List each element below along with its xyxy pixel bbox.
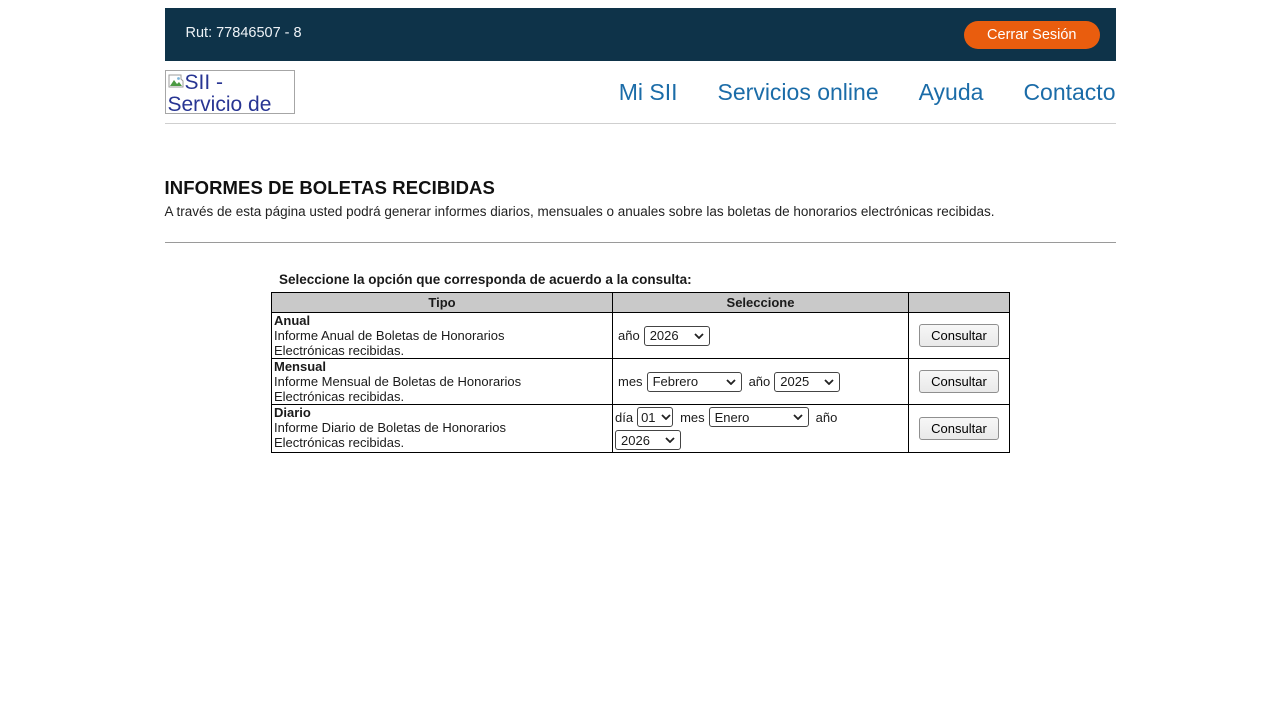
mensual-month-value: Febrero <box>652 374 699 389</box>
rut-label: Rut: 77846507 - 8 <box>185 25 302 41</box>
page-container: Rut: 77846507 - 8 Cerrar Sesión SII - Se… <box>164 8 1116 453</box>
nav-link-contacto[interactable]: Contacto <box>1023 79 1115 106</box>
consulta-prompt: Seleccione la opción que corresponda de … <box>279 272 692 287</box>
anual-tipo-cell: Anual Informe Anual de Boletas de Honora… <box>271 312 613 359</box>
table-header-row: Tipo Seleccione <box>271 292 1010 313</box>
row-type-label: Mensual <box>274 359 327 374</box>
chevron-down-icon <box>788 414 803 420</box>
diario-year-label: año <box>815 409 838 425</box>
column-header-seleccione: Seleccione <box>612 292 909 313</box>
diario-action-cell: Consultar <box>908 404 1010 453</box>
diario-tipo-cell: Diario Informe Diario de Boletas de Hono… <box>271 404 613 453</box>
consultar-diario-button[interactable]: Consultar <box>919 417 999 440</box>
sii-logo-broken-image[interactable]: SII - Servicio de <box>164 70 295 114</box>
row-type-label: Anual <box>274 313 311 328</box>
column-header-tipo: Tipo <box>271 292 613 313</box>
mensual-year-select[interactable]: 2025 <box>774 371 841 392</box>
diario-day-select[interactable]: 01 <box>637 407 674 427</box>
table-row-diario: Diario Informe Diario de Boletas de Hono… <box>271 404 1010 453</box>
logout-button[interactable]: Cerrar Sesión <box>964 21 1100 49</box>
table-row-anual: Anual Informe Anual de Boletas de Honora… <box>271 312 1010 359</box>
informes-table: Tipo Seleccione Anual Informe Anual de B… <box>271 292 1010 453</box>
row-description: Informe Mensual de Boletas de Honorarios… <box>274 374 522 404</box>
page-title: INFORMES DE BOLETAS RECIBIDAS <box>164 177 495 198</box>
mensual-action-cell: Consultar <box>908 358 1010 405</box>
anual-seleccione-cell: año 2026 <box>612 312 909 359</box>
consultar-anual-button[interactable]: Consultar <box>919 324 999 347</box>
mensual-year-label: año <box>748 374 771 389</box>
nav-link-servicios-online[interactable]: Servicios online <box>718 79 879 106</box>
session-topbar: Rut: 77846507 - 8 Cerrar Sesión <box>164 8 1116 61</box>
mensual-month-label: mes <box>618 374 643 389</box>
diario-year-value: 2026 <box>621 432 650 448</box>
column-header-empty <box>908 292 1010 313</box>
anual-action-cell: Consultar <box>908 312 1010 359</box>
anual-year-value: 2026 <box>649 328 679 343</box>
diario-year-select[interactable]: 2026 <box>615 430 681 450</box>
nav-link-mi-sii[interactable]: Mi SII <box>619 79 678 106</box>
row-type-label: Diario <box>274 405 311 420</box>
chevron-down-icon <box>660 437 675 443</box>
diario-seleccione-cell: día 01 mes Enero año 2026 <box>612 404 909 453</box>
diario-day-label: día <box>615 409 634 425</box>
page-description: A través de esta página usted podrá gene… <box>164 204 995 219</box>
chevron-down-icon <box>819 378 834 385</box>
broken-image-icon <box>168 72 184 94</box>
mensual-seleccione-cell: mes Febrero año 2025 <box>612 358 909 405</box>
chevron-down-icon <box>689 332 704 339</box>
site-header: SII - Servicio de Mi SII Servicios onlin… <box>164 61 1116 124</box>
table-row-mensual: Mensual Informe Mensual de Boletas de Ho… <box>271 358 1010 405</box>
diario-month-label: mes <box>680 409 705 425</box>
diario-day-value: 01 <box>641 409 656 425</box>
diario-month-value: Enero <box>714 409 750 425</box>
chevron-down-icon <box>656 414 671 420</box>
mensual-tipo-cell: Mensual Informe Mensual de Boletas de Ho… <box>271 358 613 405</box>
nav-link-ayuda[interactable]: Ayuda <box>919 79 984 106</box>
diario-month-select[interactable]: Enero <box>708 407 809 427</box>
content-divider <box>164 242 1116 243</box>
row-description: Informe Diario de Boletas de Honorarios … <box>274 420 506 450</box>
chevron-down-icon <box>721 378 736 385</box>
main-nav: Mi SII Servicios online Ayuda Contacto <box>619 79 1116 106</box>
anual-year-select[interactable]: 2026 <box>643 325 710 346</box>
consulta-section: Seleccione la opción que corresponda de … <box>271 272 1010 453</box>
mensual-year-value: 2025 <box>780 374 810 389</box>
anual-year-label: año <box>618 328 640 343</box>
row-description: Informe Anual de Boletas de Honorarios E… <box>274 328 505 358</box>
mensual-month-select[interactable]: Febrero <box>646 371 742 392</box>
consultar-mensual-button[interactable]: Consultar <box>919 370 999 393</box>
